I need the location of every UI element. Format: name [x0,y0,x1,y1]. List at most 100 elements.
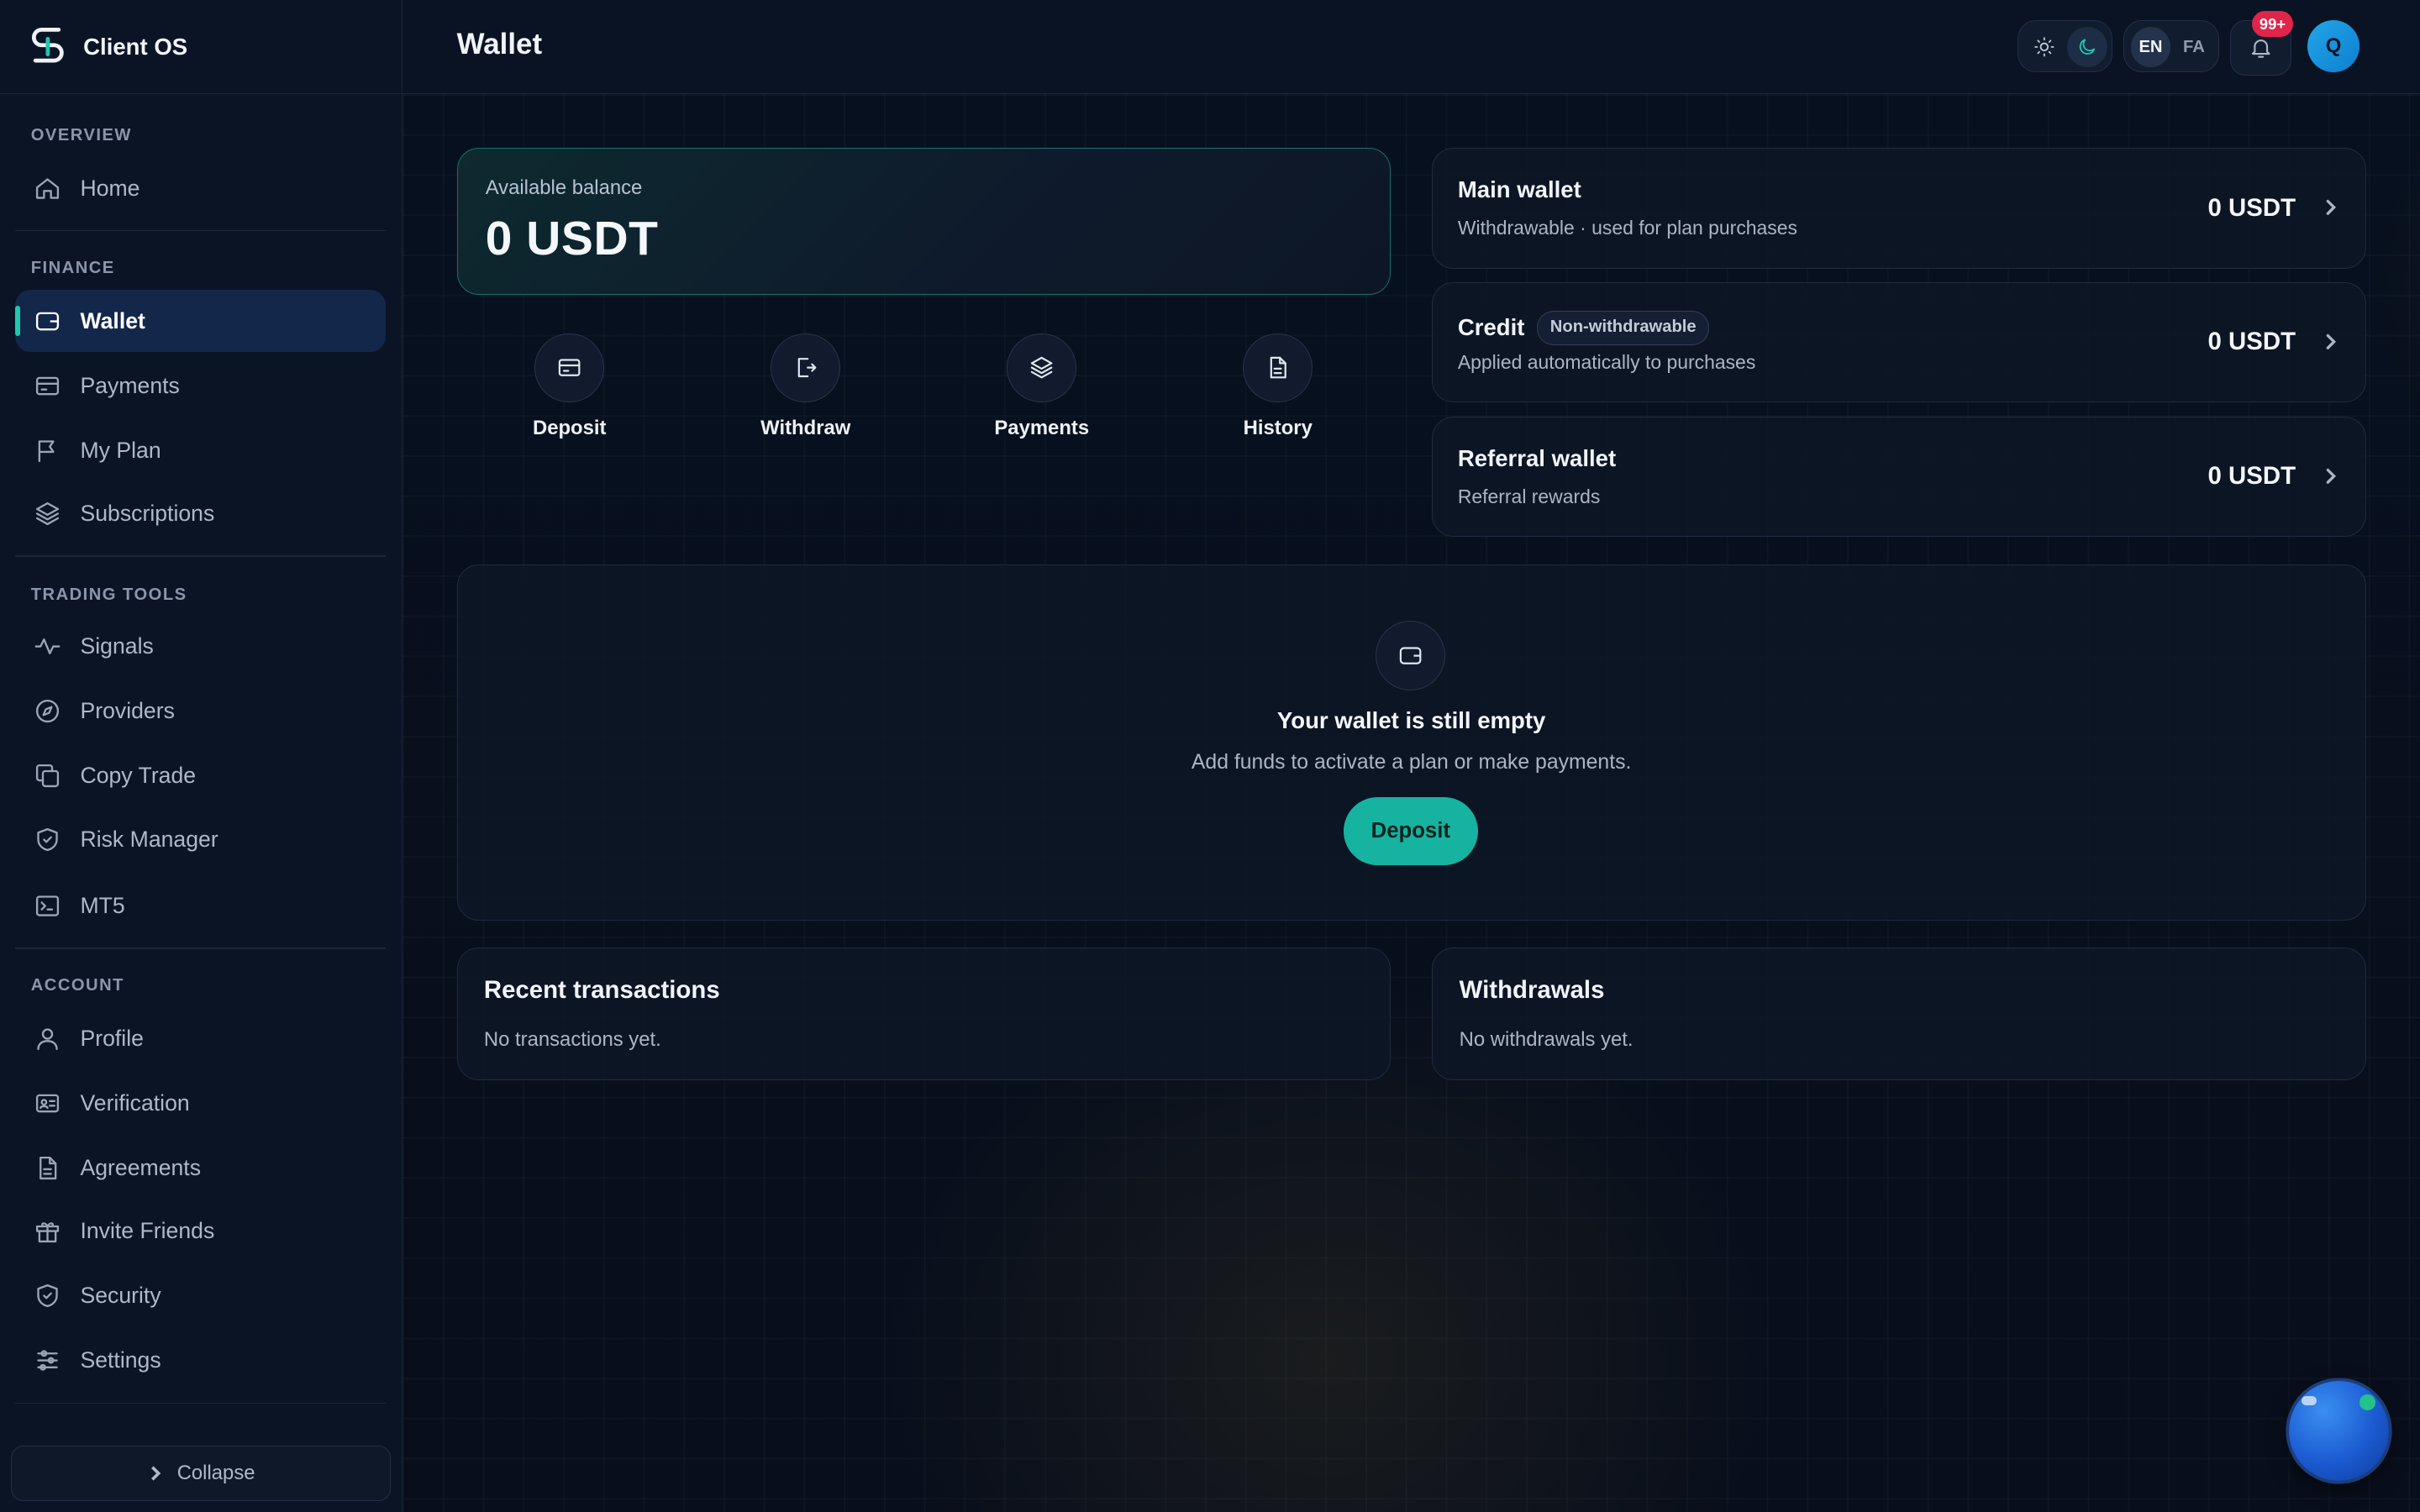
sidebar-item-label: Risk Manager [80,826,218,852]
bell-icon [2251,39,2270,58]
sidebar-item-label: Verification [80,1089,190,1116]
sidebar-item-label: Home [80,175,140,201]
sidebar-item-verification[interactable]: Verification [15,1073,386,1134]
empty-title: Your wallet is still empty [1276,707,1546,734]
sidebar-item-label: Profile [80,1025,144,1051]
section-label-overview: OVERVIEW [30,125,132,144]
history-action-circle [1243,333,1313,403]
wallet-icon [36,312,60,330]
sidebar-item-agreements[interactable]: Agreements [15,1137,386,1199]
online-status-dot [2360,1394,2375,1410]
gift-icon [36,1222,60,1243]
brand[interactable]: Client OS [0,0,402,95]
deposit-action[interactable]: Deposit [492,333,647,440]
payments-action-label: Payments [994,416,1090,439]
main-wallet-row[interactable]: Main wallet Withdrawable · used for plan… [1432,148,2366,269]
theme-toggle [2017,19,2113,73]
terminal-icon [36,895,60,916]
chevron-right-icon [151,1466,161,1481]
layers-icon [1030,357,1053,379]
wallet-amount: 0 USDT [2207,462,2296,491]
empty-subtitle: Add funds to activate a plan or make pay… [1191,750,1632,774]
wallet-icon [1399,647,1422,664]
section-label-account: ACCOUNT [30,975,124,995]
document-icon [39,1156,57,1179]
lang-fa-button[interactable]: FA [2174,27,2214,67]
withdraw-action-label: Withdraw [760,416,851,439]
withdrawals-title: Withdrawals [1459,975,1605,1004]
sidebar-item-invite-friends[interactable]: Invite Friends [15,1200,386,1262]
moon-icon [2080,39,2096,55]
sidebar-divider [15,555,387,558]
sidebar-item-risk-manager[interactable]: Risk Manager [15,808,386,869]
referral-wallet-row[interactable]: Referral wallet Referral rewards 0 USDT [1432,416,2366,538]
credit-card-icon [558,359,581,377]
section-label-trading-tools: TRADING TOOLS [30,585,187,605]
layers-icon [36,502,60,526]
deposit-button[interactable]: Deposit [1343,796,1478,865]
empty-icon-circle [1376,621,1446,690]
sidebar-item-settings[interactable]: Settings [15,1330,386,1391]
lang-en-button[interactable]: EN [2130,27,2171,67]
balance-label: Available balance [485,176,643,200]
sidebar-divider [15,1402,387,1404]
brand-logo-icon [32,27,64,63]
section-label-finance: FINANCE [30,258,115,277]
sidebar-item-label: Copy Trade [80,763,197,789]
deposit-action-label: Deposit [532,416,607,439]
sidebar-item-label: Settings [80,1347,161,1373]
logout-icon [797,358,817,378]
wallet-name: Referral wallet [1457,444,1617,471]
support-globe-button[interactable] [2288,1380,2390,1482]
wallet-desc: Referral rewards [1457,485,1601,507]
payments-action[interactable]: Payments [965,333,1119,440]
wallet-desc: Withdrawable · used for plan purchases [1457,217,1797,239]
credit-card-icon [36,376,60,395]
sidebar-item-home[interactable]: Home [15,157,386,218]
sidebar: Client OS OVERVIEW Home FINANCE Wallet P… [0,0,403,1512]
sidebar-item-label: Agreements [80,1154,202,1180]
compass-icon [36,700,60,723]
wallet-desc: Applied automatically to purchases [1457,350,1756,373]
sidebar-item-label: Wallet [80,307,145,333]
sliders-icon [37,1350,59,1372]
brand-name: Client OS [83,33,188,60]
wallet-name: Main wallet [1457,176,1581,203]
withdrawals-empty: No withdrawals yet. [1459,1028,1634,1052]
dark-theme-button[interactable] [2067,27,2108,67]
collapse-label: Collapse [176,1462,255,1485]
history-action[interactable]: History [1201,333,1355,440]
sidebar-divider [15,947,387,949]
recent-transactions-title: Recent transactions [483,975,720,1004]
flag-icon [39,440,55,462]
collapse-button[interactable]: Collapse [10,1445,391,1502]
chevron-right-icon [2326,468,2337,484]
globe-highlight [2301,1396,2317,1406]
sidebar-item-providers[interactable]: Providers [15,680,386,742]
sidebar-item-label: Invite Friends [80,1218,215,1244]
shield-check-icon [37,1284,59,1308]
sidebar-item-my-plan[interactable]: My Plan [15,420,386,481]
id-card-icon [36,1094,60,1113]
sidebar-item-signals[interactable]: Signals [15,616,386,677]
withdraw-action[interactable]: Withdraw [729,333,883,440]
wallet-name: Credit [1457,314,1525,341]
sidebar-item-label: Payments [80,372,180,398]
sidebar-item-wallet[interactable]: Wallet [15,290,387,352]
recent-transactions-card: Recent transactions No transactions yet. [456,947,1391,1080]
sidebar-item-label: My Plan [80,437,161,463]
activity-icon [34,638,60,654]
chevron-right-icon [2326,200,2337,216]
sidebar-item-profile[interactable]: Profile [15,1007,386,1068]
sidebar-item-copy-trade[interactable]: Copy Trade [15,745,386,806]
sidebar-item-security[interactable]: Security [15,1265,386,1326]
sidebar-item-mt5[interactable]: MT5 [15,874,386,936]
empty-wallet-card: Your wallet is still empty Add funds to … [456,564,2366,921]
light-theme-button[interactable] [2024,27,2065,67]
credit-wallet-row[interactable]: Credit Non-withdrawable Applied automati… [1432,282,2366,403]
sidebar-item-subscriptions[interactable]: Subscriptions [15,483,386,544]
avatar[interactable]: Q [2307,19,2360,73]
sun-icon [2034,37,2054,57]
sidebar-item-payments[interactable]: Payments [15,354,386,416]
top-header: Wallet EN FA 99+ Q [402,0,2420,95]
